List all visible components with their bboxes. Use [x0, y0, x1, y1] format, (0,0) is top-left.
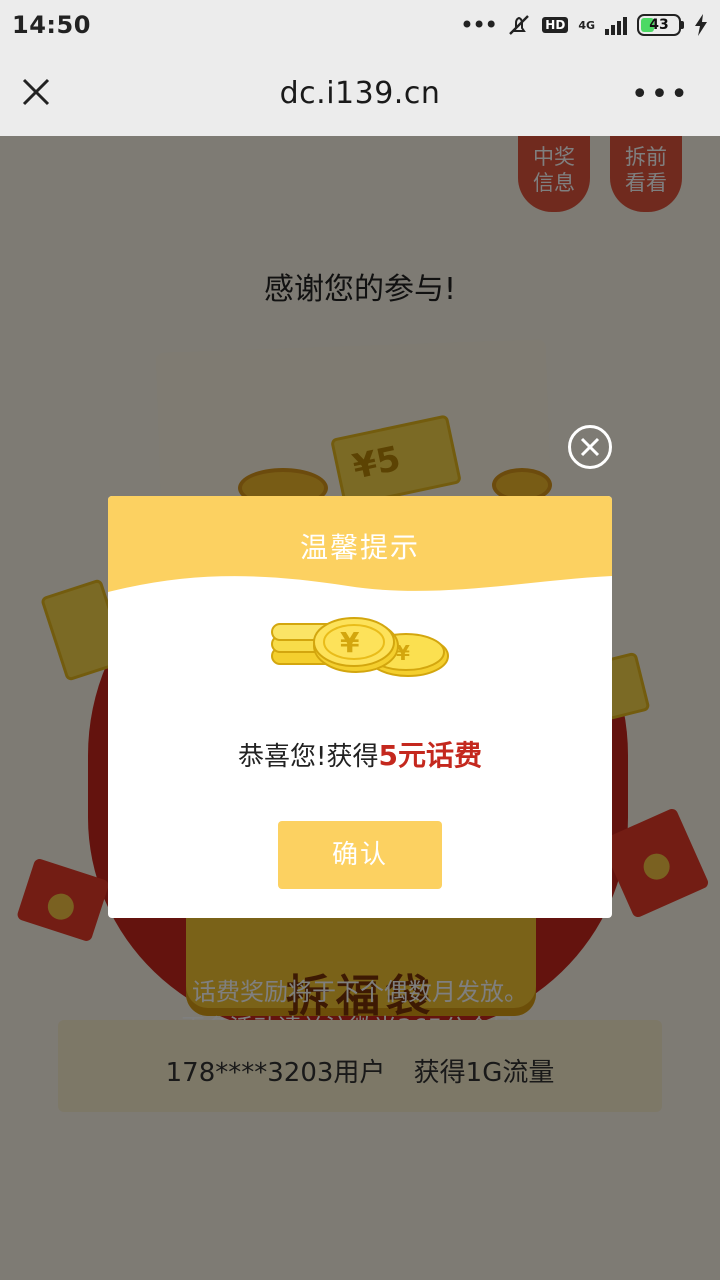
signal-icon — [605, 15, 627, 35]
wave-divider — [108, 576, 612, 610]
confirm-button[interactable]: 确认 — [278, 821, 442, 889]
status-icons: ••• HD 4G 43 — [460, 12, 708, 38]
hd-badge: HD — [542, 17, 569, 33]
close-circle-icon — [580, 437, 600, 457]
browser-navbar: dc.i139.cn ••• — [0, 50, 720, 136]
dialog-prize: 5元话费 — [378, 739, 482, 772]
reward-dialog: 温馨提示 ¥ ¥ 恭喜您!获得5元话费 确认 — [108, 496, 612, 918]
status-time: 14:50 — [12, 11, 91, 39]
dialog-message: 恭喜您!获得5元话费 — [108, 734, 612, 774]
status-bar: 14:50 ••• HD 4G 43 — [0, 0, 720, 50]
network-type: 4G — [578, 18, 595, 32]
battery-level: 43 — [649, 17, 669, 33]
coins-icon: ¥ ¥ — [271, 617, 449, 677]
mute-icon — [509, 15, 530, 35]
dialog-close-button[interactable] — [568, 425, 612, 469]
more-icon[interactable]: ••• — [631, 80, 690, 110]
dialog-title: 温馨提示 — [299, 531, 420, 564]
page-url-title: dc.i139.cn — [279, 76, 441, 111]
battery-icon: 43 — [637, 14, 684, 36]
charging-icon — [695, 14, 707, 36]
dialog-message-prefix: 恭喜您!获得 — [238, 742, 379, 772]
svg-text:¥: ¥ — [340, 626, 360, 659]
notification-dots-icon: ••• — [459, 11, 498, 39]
